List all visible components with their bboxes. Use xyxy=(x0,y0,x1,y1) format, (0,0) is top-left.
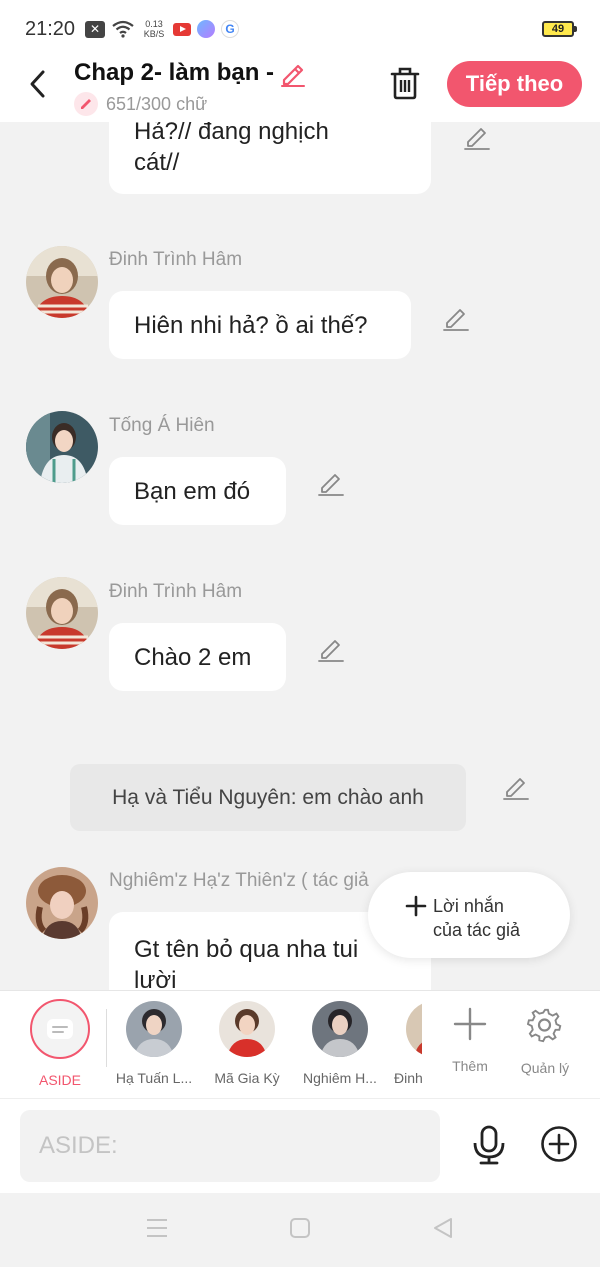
edit-message-icon[interactable] xyxy=(316,634,346,664)
message-bubble[interactable]: Chào 2 em xyxy=(109,623,286,691)
chat-area[interactable]: Hả?// đang nghịch cát// Đinh Trình Hâm H… xyxy=(0,122,600,990)
edit-title-icon[interactable] xyxy=(278,58,308,88)
character-aside[interactable]: ASIDE xyxy=(17,999,103,1088)
avatar[interactable] xyxy=(26,246,98,318)
character-bar: ASIDE Hạ Tuấn L... Mã Gia Kỳ Nghiêm H...… xyxy=(0,990,600,1098)
character-item[interactable]: Hạ Tuấn L... xyxy=(111,1001,197,1086)
google-icon: G xyxy=(221,20,239,38)
character-item[interactable]: Mã Gia Kỳ xyxy=(204,1001,290,1086)
avatar[interactable] xyxy=(26,867,98,939)
header: Chap 2- làm bạn - 651/300 chữ Tiếp theo xyxy=(0,58,600,122)
character-avatar xyxy=(406,1001,422,1057)
pencil-icon xyxy=(74,92,98,116)
message-bubble[interactable]: Bạn em đó xyxy=(109,457,286,525)
character-item[interactable]: Đinh xyxy=(390,1001,422,1086)
status-icons: ✕ 0.13 KB/S G xyxy=(85,19,239,39)
message-bubble[interactable]: Hả?// đang nghịch cát// xyxy=(109,122,431,194)
add-media-icon[interactable] xyxy=(540,1125,578,1163)
author-note-button[interactable]: Lời nhắn của tác giả xyxy=(368,872,570,958)
avatar[interactable] xyxy=(26,411,98,483)
chapter-title[interactable]: Chap 2- làm bạn - xyxy=(74,59,274,87)
aside-avatar xyxy=(30,999,90,1059)
gear-icon xyxy=(526,1008,562,1043)
notification-icon: ✕ xyxy=(85,20,105,38)
network-speed: 0.13 KB/S xyxy=(143,19,165,39)
status-bar: 21:20 ✕ 0.13 KB/S G 49 xyxy=(0,0,600,58)
edit-message-icon[interactable] xyxy=(441,303,471,333)
edit-message-icon[interactable] xyxy=(316,468,346,498)
menu-icon[interactable] xyxy=(146,1217,168,1239)
character-avatar xyxy=(312,1001,368,1057)
speaker-name: Nghiêm'z Hạ'z Thiên'z ( tác giả xyxy=(109,870,369,891)
add-character-button[interactable]: Thêm xyxy=(440,1007,500,1074)
back-icon[interactable] xyxy=(432,1217,454,1239)
microphone-icon[interactable] xyxy=(470,1125,508,1165)
input-row xyxy=(0,1098,600,1193)
character-avatar xyxy=(126,1001,182,1057)
word-count-row: 651/300 chữ xyxy=(74,92,207,116)
status-time: 21:20 xyxy=(25,18,76,40)
plus-icon xyxy=(453,1007,487,1041)
avatar[interactable] xyxy=(26,577,98,649)
edit-message-icon[interactable] xyxy=(462,122,492,152)
wifi-icon xyxy=(112,20,134,38)
aside-icon xyxy=(47,1019,73,1039)
speaker-name: Đinh Trình Hâm xyxy=(109,249,243,270)
character-item[interactable]: Nghiêm H... xyxy=(297,1001,383,1086)
aside-bubble[interactable]: Hạ và Tiểu Nguyên: em chào anh xyxy=(70,764,466,831)
navigation-bar xyxy=(0,1193,600,1267)
home-icon[interactable] xyxy=(289,1217,311,1239)
youtube-icon xyxy=(173,22,191,36)
message-input[interactable] xyxy=(20,1110,440,1182)
app-icon xyxy=(197,20,215,38)
battery-icon: 49 xyxy=(542,21,577,37)
message-bubble[interactable]: Hiên nhi hả? ồ ai thế? xyxy=(109,291,411,359)
manage-characters-button[interactable]: Quản lý xyxy=(515,1007,575,1076)
edit-message-icon[interactable] xyxy=(501,772,531,802)
back-arrow-icon[interactable] xyxy=(26,68,50,100)
speaker-name: Đinh Trình Hâm xyxy=(109,581,243,602)
trash-icon[interactable] xyxy=(389,66,421,100)
divider xyxy=(106,1009,107,1067)
title-row: Chap 2- làm bạn - xyxy=(74,58,308,88)
speaker-name: Tống Á Hiên xyxy=(109,415,215,436)
next-button[interactable]: Tiếp theo xyxy=(447,61,582,107)
plus-icon xyxy=(405,895,427,917)
word-count: 651/300 chữ xyxy=(106,93,208,114)
character-avatar xyxy=(219,1001,275,1057)
